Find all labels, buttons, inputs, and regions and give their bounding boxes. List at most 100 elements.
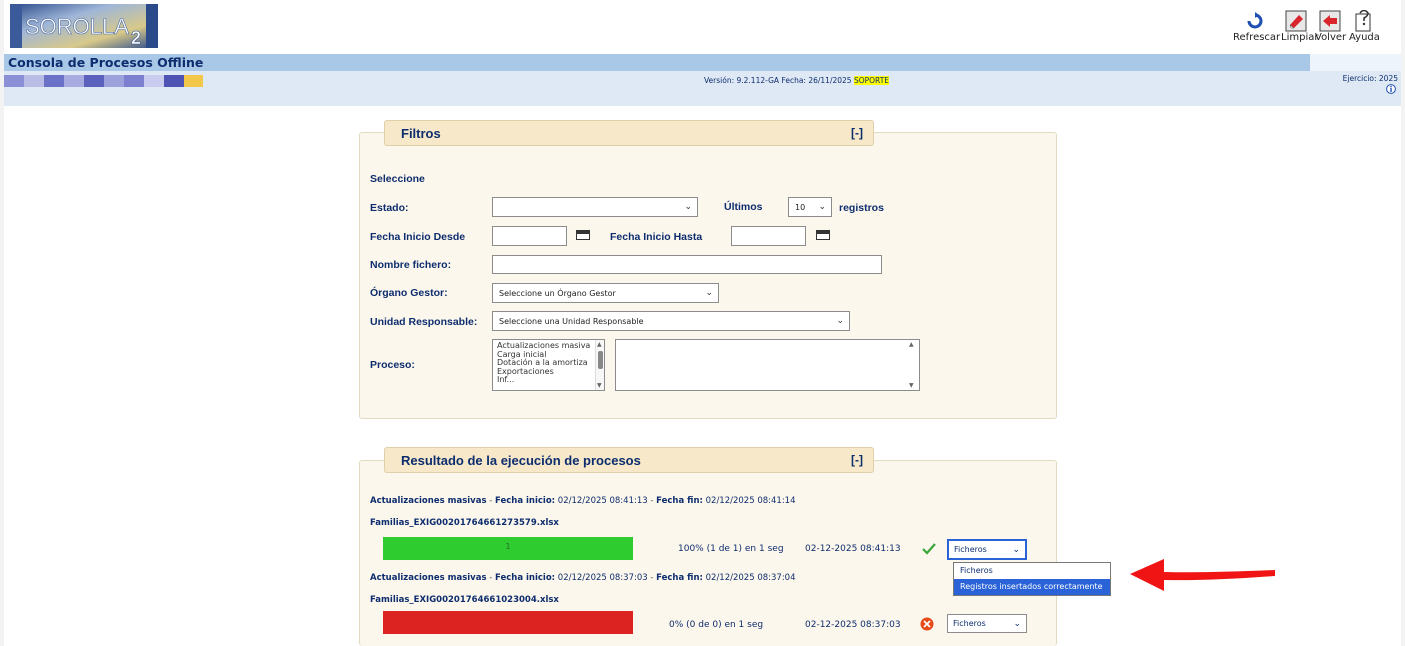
scroll-up-icon[interactable]: ▲ [909, 341, 914, 348]
chevron-down-icon: ⌄ [818, 202, 826, 212]
nombre-fichero-label: Nombre fichero: [370, 259, 452, 271]
dropdown-option-ficheros[interactable]: Ficheros [954, 563, 1110, 579]
result-progress-text: 100% (1 de 1) en 1 seg [678, 544, 784, 554]
calendar-icon[interactable] [576, 230, 590, 240]
environment-badge: SOPORTE [853, 76, 890, 85]
ejercicio-label: Ejercicio: 2025 [1342, 74, 1398, 83]
result-timestamp: 02-12-2025 08:41:13 [805, 544, 901, 554]
result-end-date: 02/12/2025 08:41:14 [705, 496, 796, 506]
listbox-scrollbar[interactable]: ▲ ▼ [595, 340, 604, 390]
result-filename: Familias_EXIG00201764661023004.xlsx [370, 595, 559, 605]
chevron-down-icon: ⌄ [705, 288, 713, 298]
ultimos-label: Últimos [724, 201, 763, 213]
color-strip [4, 75, 203, 87]
error-icon [920, 617, 934, 631]
organo-gestor-label: Órgano Gestor: [370, 287, 448, 299]
result-end-date: 02/12/2025 08:37:04 [705, 573, 796, 583]
refresh-label: Refrescar [1233, 32, 1281, 43]
organo-gestor-value: Seleccione un Órgano Gestor [499, 288, 616, 298]
fecha-hasta-input[interactable] [731, 226, 806, 246]
result-header: Actualizaciones masivas - Fecha inicio: … [370, 573, 796, 583]
result-process-name: Actualizaciones masivas [370, 573, 487, 583]
result-start-label: Fecha inicio: [495, 573, 556, 583]
results-title: Resultado de la ejecución de procesos [401, 452, 641, 468]
nombre-fichero-input[interactable] [492, 255, 882, 274]
ficheros-select[interactable]: Ficheros ⌄ [947, 614, 1027, 633]
check-icon [922, 543, 936, 555]
back-button[interactable]: Volver [1315, 10, 1347, 44]
help-icon [1355, 10, 1371, 32]
unidad-responsable-value: Seleccione una Unidad Responsable [499, 316, 644, 326]
result-start-date: 02/12/2025 08:37:03 [557, 573, 648, 583]
scroll-down-icon[interactable]: ▼ [909, 382, 914, 389]
unidad-responsable-select[interactable]: Seleccione una Unidad Responsable ⌄ [492, 311, 850, 331]
strip-segment [44, 75, 64, 87]
toolbar: Refrescar Limpiar Volver Ayuda [1233, 10, 1380, 44]
progress-bar-label: 1 [505, 542, 511, 551]
proceso-selected-listbox[interactable]: ▲ ▼ [615, 339, 920, 391]
ultimos-select[interactable]: 10 ⌄ [788, 197, 832, 217]
fecha-desde-input[interactable] [492, 226, 567, 246]
info-icon[interactable] [1386, 84, 1396, 94]
help-button[interactable]: Ayuda [1349, 10, 1380, 44]
results-header: Resultado de la ejecución de procesos [-… [384, 447, 874, 473]
clear-button[interactable]: Limpiar [1281, 10, 1319, 44]
filters-title: Filtros [401, 125, 441, 141]
unidad-responsable-label: Unidad Responsable: [370, 316, 478, 328]
result-end-label: Fecha fin: [656, 496, 703, 506]
ficheros-dropdown-menu: Ficheros Registros insertados correctame… [953, 562, 1111, 596]
result-start-label: Fecha inicio: [495, 496, 556, 506]
results-collapse-toggle[interactable]: [-] [851, 453, 863, 467]
seleccione-label: Seleccione [370, 173, 425, 185]
version-info: Versión: 9.2.112-GA Fecha: 26/11/2025 SO… [704, 76, 890, 85]
scroll-up-icon[interactable]: ▲ [597, 341, 602, 348]
back-icon [1319, 10, 1341, 32]
result-end-label: Fecha fin: [656, 573, 703, 583]
strip-segment [4, 75, 24, 87]
annotation-arrow-icon [1130, 559, 1275, 591]
proceso-listbox[interactable]: Actualizaciones masiva Carga inicial Dot… [492, 339, 605, 391]
progress-bar [383, 611, 633, 634]
ficheros-select[interactable]: Ficheros ⌄ [947, 539, 1027, 560]
result-progress-text: 0% (0 de 0) en 1 seg [669, 620, 764, 630]
strip-segment [84, 75, 104, 87]
filters-header: Filtros [-] [384, 120, 874, 146]
fecha-desde-label: Fecha Inicio Desde [370, 231, 466, 243]
result-filename: Familias_EXIG00201764661273579.xlsx [370, 518, 559, 528]
progress-bar: 1 [383, 537, 633, 560]
chevron-down-icon: ⌄ [684, 202, 692, 212]
scroll-down-icon[interactable]: ▼ [597, 382, 602, 389]
estado-select[interactable]: ⌄ [492, 197, 698, 217]
organo-gestor-select[interactable]: Seleccione un Órgano Gestor ⌄ [492, 283, 719, 303]
dropdown-option-registros-insertados[interactable]: Registros insertados correctamente [954, 579, 1110, 595]
eraser-icon [1285, 10, 1307, 32]
help-label: Ayuda [1349, 32, 1380, 43]
sorolla-logo: SOROLLA 2 [10, 4, 158, 48]
strip-segment [24, 75, 44, 87]
estado-label: Estado: [370, 202, 409, 214]
chevron-down-icon: ⌄ [836, 316, 844, 326]
strip-segment [104, 75, 124, 87]
page-title: Consola de Procesos Offline [8, 55, 204, 70]
strip-segment [64, 75, 84, 87]
clear-label: Limpiar [1281, 32, 1319, 43]
back-label: Volver [1315, 32, 1347, 43]
strip-segment [124, 75, 144, 87]
version-text: Versión: 9.2.112-GA Fecha: 26/11/2025 [704, 76, 854, 85]
registros-label: registros [839, 202, 884, 214]
listbox-scrollbar[interactable]: ▲ ▼ [908, 340, 919, 390]
title-bar: Consola de Procesos Offline [4, 54, 1401, 71]
ultimos-value: 10 [795, 202, 806, 212]
result-start-date: 02/12/2025 08:41:13 [557, 496, 648, 506]
result-process-name: Actualizaciones masivas [370, 496, 487, 506]
refresh-button[interactable]: Refrescar [1233, 10, 1281, 44]
calendar-icon[interactable] [816, 230, 830, 240]
chevron-down-icon: ⌄ [1013, 618, 1021, 629]
app-window: SOROLLA 2 Refrescar Limpiar Volver Ayuda… [4, 0, 1401, 646]
scroll-thumb[interactable] [598, 351, 603, 369]
filters-collapse-toggle[interactable]: [-] [851, 126, 863, 140]
svg-text:SOROLLA: SOROLLA [25, 14, 129, 39]
list-item[interactable]: Inf... [493, 375, 604, 385]
ficheros-select-value: Ficheros [954, 545, 987, 554]
strip-segment [164, 75, 184, 87]
